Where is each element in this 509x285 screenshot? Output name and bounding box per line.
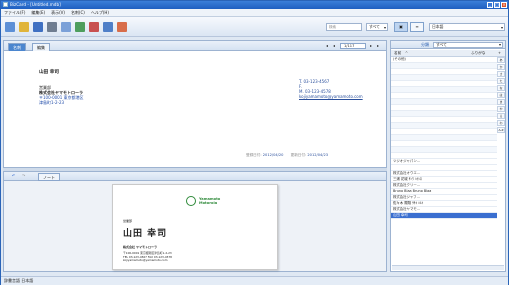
rotate-left-icon[interactable]: ↶ [12,173,15,178]
card-list: (その他) ツジオジャパン... 株式会社オウエ... 三浦 花城 ｻﾝｳ ﾊﾅｼﾛ株… [391,57,497,263]
updated-label: 更新日付: [290,153,307,157]
page-counter: 1/117 [340,43,366,49]
email-link[interactable]: kojiyamamoto@yamamoto.com [299,94,363,99]
view-select[interactable]: すべて ▾ [366,23,388,31]
new-card-icon[interactable] [5,22,15,32]
settings-icon[interactable] [117,22,127,32]
index-tab[interactable]: わ [497,120,505,126]
tab-card[interactable]: 名刺 [8,43,26,51]
card-company: 株式会社 ヤマモトローラ [123,245,158,249]
group-label: 分類 [421,42,429,47]
search-input[interactable]: 検索 [326,23,362,31]
close-button[interactable]: × [501,2,507,8]
card-image-panel: ↶ ↷ ノート Yamamoto Motorola 営業部 山田 幸司 株式会社… [3,171,387,272]
card-email: kojiyamamoto@yamamoto.com [123,258,168,263]
tab-strip: 名刺 編集 ◂ ◂ 1/117 ▸ ▸ [4,41,386,51]
prev-page-icon[interactable]: ◂ [333,43,335,49]
menu-edit[interactable]: 編集(E) [31,10,45,16]
card-view-button[interactable]: ▣ [394,22,408,32]
minimize-button[interactable]: _ [487,2,493,8]
created-date: 2012/04/20 [262,153,284,157]
delete-icon[interactable] [89,22,99,32]
horizontal-scrollbar[interactable] [392,265,504,270]
index-tab[interactable]: か [497,64,505,70]
filter-bar: 分類 すべて ▾ [391,41,505,49]
maximize-button[interactable]: □ [494,2,500,8]
chevron-down-icon: ▾ [500,25,503,30]
card-detail: 山田 幸司 営業部 株式会社ヤマモトローラ 〒100-0001 東京都港区 津島… [14,55,378,163]
logo-text: Yamamoto Motorola [199,197,221,205]
index-tab[interactable]: さ [497,71,505,77]
menu-file[interactable]: ファイル(F) [4,10,25,16]
first-page-icon[interactable]: ◂ [326,43,328,49]
print-icon[interactable] [47,22,57,32]
tab-note[interactable]: ノート [38,173,60,181]
app-window: BizCard - [Untitled.mdb] _ □ × ファイル(F) 編… [0,0,509,285]
status-text: 辞書言語 日本語 [4,278,34,283]
company-logo-icon [186,196,196,206]
index-tab[interactable]: た [497,78,505,84]
next-page-icon[interactable]: ▸ [370,43,372,49]
status-bar: 辞書言語 日本語 [1,276,508,285]
column-furigana[interactable]: ふりがな [471,50,485,56]
list-view-button[interactable]: ≡ [410,22,424,32]
scan-icon[interactable] [61,22,71,32]
created-label: 登録日付: [246,153,262,157]
import-icon[interactable] [75,22,85,32]
open-folder-icon[interactable] [19,22,29,32]
export-icon[interactable] [103,22,113,32]
sort-icon: ^ [405,51,409,55]
list-header: 名前 ^ ふりがな + [391,50,505,57]
index-tab[interactable]: は [497,92,505,98]
index-tabs: あかさたなはまやらわ A-Z [497,57,505,134]
chevron-down-icon: ▾ [498,42,501,47]
chevron-down-icon: ▾ [383,25,386,30]
column-name[interactable]: 名前 [394,50,401,56]
menu-help[interactable]: ヘルプ(H) [91,10,109,16]
business-card-image: Yamamoto Motorola 営業部 山田 幸司 株式会社 ヤマモトローラ… [112,184,278,270]
card-list-panel: 分類 すべて ▾ 名前 ^ ふりがな + (その他) ツジオジャパン... 株式会社オ… [390,40,506,272]
group-select-value: すべて [436,42,447,47]
index-tab[interactable]: ら [497,113,505,119]
index-tab[interactable]: A-Z [497,127,505,133]
group-select[interactable]: すべて ▾ [433,42,503,48]
menu-view[interactable]: 表示(V) [51,10,65,16]
menu-card[interactable]: 名刺(C) [71,10,85,16]
tab-edit[interactable]: 編集 [32,43,50,51]
language-select[interactable]: 日本語 ▾ [429,23,505,31]
language-select-value: 日本語 [432,24,444,29]
card-name: 山田 幸司 [123,229,168,239]
window-title: BizCard - [Untitled.mdb] [10,2,61,7]
add-column-icon[interactable]: + [498,50,501,56]
title-bar: BizCard - [Untitled.mdb] _ □ × [1,1,508,9]
menu-bar: ファイル(F) 編集(E) 表示(V) 名刺(C) ヘルプ(H) [1,9,508,17]
rotate-right-icon[interactable]: ↷ [22,173,25,178]
index-tab[interactable]: ま [497,99,505,105]
app-icon [3,2,8,7]
updated-date: 2012/04/23 [307,153,329,157]
list-item[interactable]: 山田 幸司 [391,213,497,219]
last-page-icon[interactable]: ▸ [377,43,379,49]
card-detail-panel: 名刺 編集 ◂ ◂ 1/117 ▸ ▸ 山田 幸司 営業部 株式会社ヤマモトロー… [3,40,387,168]
card-dept: 営業部 [123,219,133,223]
view-select-value: すべて [369,24,380,29]
lower-toolbar: ↶ ↷ ノート [4,172,386,181]
toolbar: 検索 すべて ▾ ▣ ≡ 日本語 ▾ [1,17,508,37]
person-name: 山田 幸司 [39,70,59,75]
index-tab[interactable]: や [497,106,505,112]
address-line-2[interactable]: 津島町1-2-23 [39,100,84,105]
index-tab[interactable]: あ [497,57,505,63]
save-icon[interactable] [33,22,43,32]
index-tab[interactable]: な [497,85,505,91]
